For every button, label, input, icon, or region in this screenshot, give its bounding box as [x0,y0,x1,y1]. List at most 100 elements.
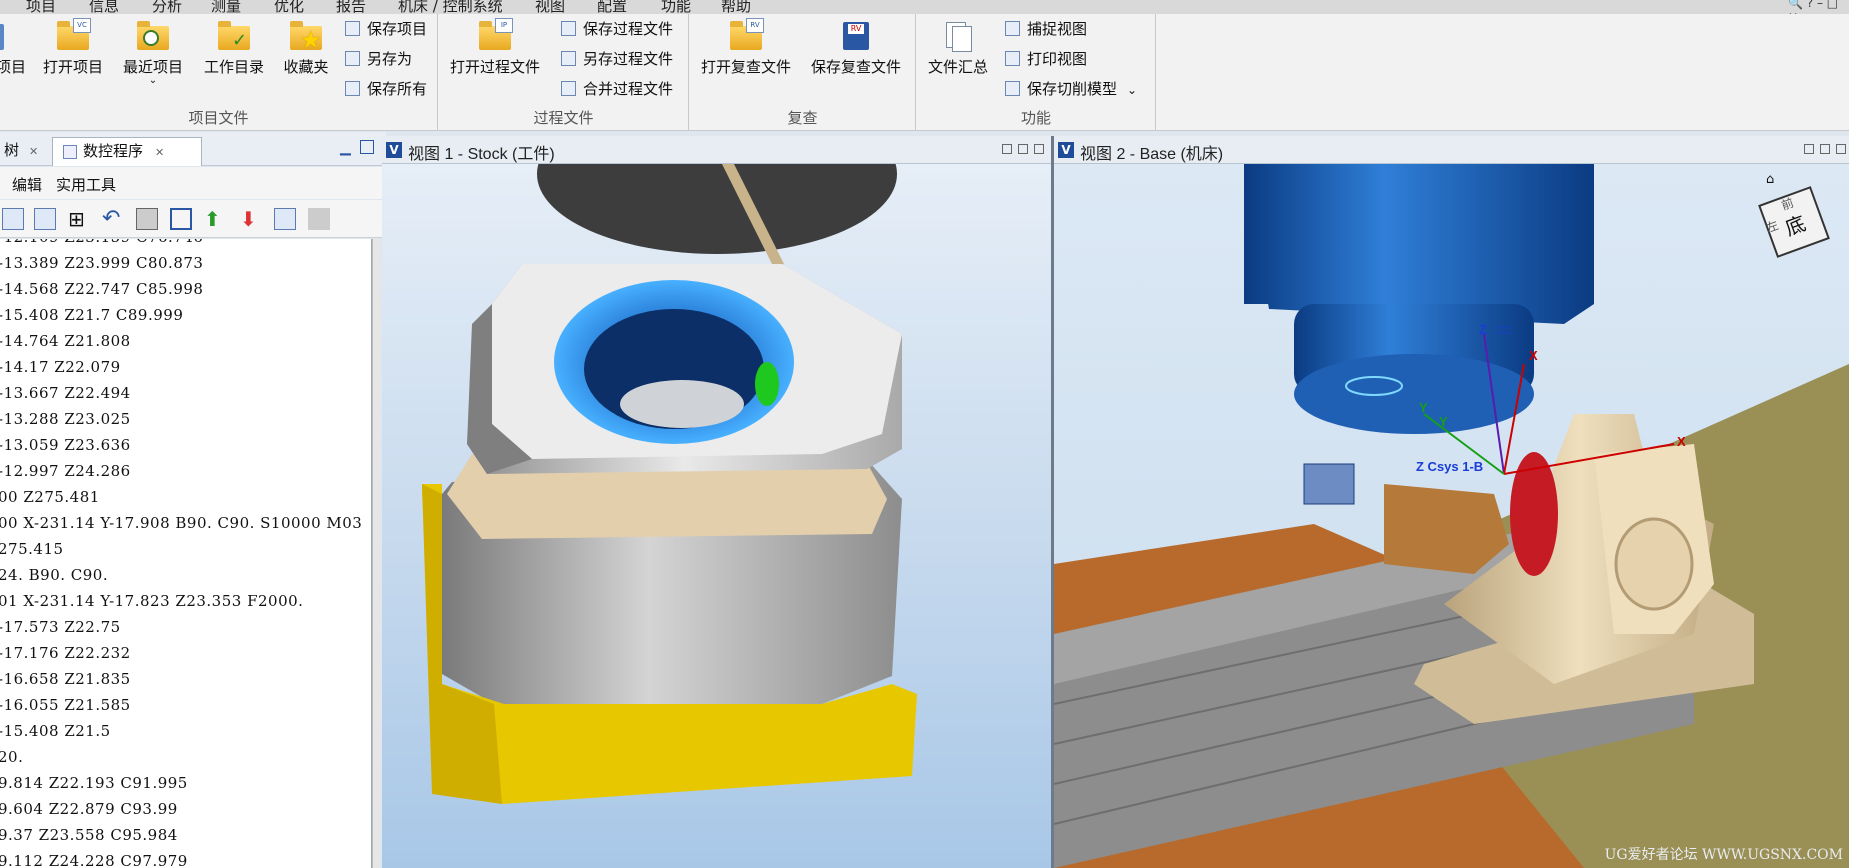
nc-code-line[interactable]: 00 X-231.14 Y-17.908 B90. C90. S10000 M0… [0,514,362,532]
tool-holder [1303,463,1355,505]
open-process-label: 打开过程文件 [449,58,540,76]
capture-view-button[interactable]: 捕捉视图 [1005,18,1087,40]
open-process-button[interactable]: IP 打开过程文件 [447,18,543,77]
minimize-icon[interactable]: ▁ [340,140,351,156]
nc-check-icon[interactable] [34,208,56,230]
merge-process-button[interactable]: 合并过程文件 [561,78,673,100]
nc-code-line[interactable]: 00 Z275.481 [0,488,100,506]
nc-code-line[interactable]: -12.997 Z24.286 [0,462,131,480]
nc-code-line[interactable]: 9.37 Z23.558 C95.984 [0,826,178,844]
view1-header: V 视图 1 - Stock (工件) [382,136,1051,164]
menu-utilities[interactable]: 实用工具 [56,174,116,195]
home-icon[interactable]: ⌂ [1766,172,1774,187]
nc-code-line[interactable]: 24. B90. C90. [0,566,108,584]
menu-edit[interactable]: 编辑 [12,174,42,195]
view1-viewport[interactable] [382,164,1051,868]
maximize-icon[interactable] [360,140,374,154]
split-view-icon[interactable] [170,208,192,230]
nc-file-icon[interactable] [2,208,24,230]
restore-icon[interactable] [1820,144,1830,154]
menu-info[interactable]: 信息 [89,0,119,14]
nc-code-line[interactable]: -13.667 Z22.494 [0,384,131,402]
open-review-button[interactable]: RV 打开复查文件 [698,18,794,77]
maximize-icon[interactable] [1836,144,1846,154]
ribbon-group-project: 项目 VC 打开项目 最近项目 ⌄ ✓ 工作目录 ★ 收藏夹 保存项目 另存为 … [0,14,438,130]
menu-project[interactable]: 项目 [26,0,56,14]
nc-code-line[interactable]: 275.415 [0,540,64,558]
group-label-function: 功能 [1020,109,1051,127]
nc-code-line[interactable]: -16.658 Z21.835 [0,670,131,688]
maximize-icon[interactable] [1034,144,1044,154]
nc-code-line[interactable]: -14.568 Z22.747 C85.998 [0,280,203,298]
nc-code-list[interactable]: -12.109 Z23.159 C76.746 -13.389 Z23.999 C… [0,239,372,868]
rotary-chuck [1510,452,1558,576]
menu-measure[interactable]: 测量 [211,0,241,14]
menu-view[interactable]: 视图 [535,0,565,14]
nc-code-line[interactable]: -13.389 Z23.999 C80.873 [0,254,203,272]
nc-code-line[interactable]: -12.109 Z23.159 C76.746 [0,239,203,246]
menu-help[interactable]: 帮助 [721,0,751,14]
menu-machine-control[interactable]: 机床 / 控制系统 [398,0,503,14]
arrow-down-icon[interactable]: ⬇ [240,208,262,230]
axis-z-suffix: □□ [1496,322,1512,337]
work-directory-button[interactable]: ✓ 工作目录 [199,20,269,77]
nc-code-line[interactable]: 9.814 Z22.193 C91.995 [0,774,188,792]
save-all-button[interactable]: 保存所有 [345,78,427,100]
nc-code-line[interactable]: -15.408 Z21.7 C89.999 [0,306,183,324]
tab-nc-program[interactable]: 数控程序 ✕ [52,137,202,166]
printer-icon[interactable] [136,208,158,230]
menu-config[interactable]: 配置 [597,0,627,14]
minimize-icon[interactable] [1002,144,1012,154]
nc-code-line[interactable]: 20. [0,748,23,766]
merge-icon [561,81,576,96]
minimize-icon[interactable] [1804,144,1814,154]
menu-analysis[interactable]: 分析 [152,0,182,14]
close-icon[interactable]: ✕ [155,146,164,159]
recent-projects-button[interactable]: 最近项目 ⌄ [118,20,188,86]
arrow-up-icon[interactable]: ⬆ [204,208,226,230]
window-controls[interactable]: 🔍 ? – □ ✕ [1788,0,1849,14]
undo-icon[interactable]: ↶ [102,208,124,230]
nc-scrollbar[interactable] [372,239,380,868]
nc-code-line[interactable]: -15.408 Z21.5 [0,722,111,740]
axis-y-label-2: Y [1439,414,1448,429]
save-cut-model-button[interactable]: 保存切削模型 ⌄ [1005,78,1137,100]
new-project-label: 项目 [0,58,26,76]
favorites-button[interactable]: ★ 收藏夹 [278,20,334,77]
tab-tree[interactable]: 树 ✕ [0,137,48,166]
menu-optimize[interactable]: 优化 [274,0,304,14]
nc-code-line[interactable]: -13.059 Z23.636 [0,436,131,454]
machine-model: Z □□ X X Y Y Z Csys 1-B [1054,164,1849,868]
nc-code-line[interactable]: -17.176 Z22.232 [0,644,131,662]
save-as-button[interactable]: 另存为 [345,48,412,70]
print-view-button[interactable]: 打印视图 [1005,48,1087,70]
disabled-tool-icon [308,208,330,230]
save-review-button[interactable]: RV 保存复查文件 [808,20,904,77]
axis-y-label: Y [1419,400,1428,415]
save-project-button[interactable]: 保存项目 [345,18,427,40]
open-project-button[interactable]: VC 打开项目 [38,18,108,77]
file-summary-button[interactable]: 文件汇总 [925,20,991,77]
restore-icon[interactable] [1018,144,1028,154]
nc-code-line[interactable]: -16.055 Z21.585 [0,696,131,714]
folder-star-icon: ★ [290,20,322,54]
nc-code-line[interactable]: -14.764 Z21.808 [0,332,131,350]
view2-viewport[interactable]: Z □□ X X Y Y Z Csys 1-B ⌂ 底 左 前 UG爱好者论坛 … [1054,164,1849,868]
save-process-button[interactable]: 保存过程文件 [561,18,673,40]
binoculars-icon[interactable]: ⊞ [68,208,90,230]
nc-code-line[interactable]: -13.288 Z23.025 [0,410,131,428]
new-project-button[interactable]: 项目 [0,20,26,77]
menu-report[interactable]: 报告 [336,0,366,14]
menu-function[interactable]: 功能 [661,0,691,14]
close-icon[interactable]: ✕ [29,145,38,158]
save-process-as-button[interactable]: 另存过程文件 [561,48,673,70]
nc-export-icon[interactable] [274,208,296,230]
nc-code-line[interactable]: 9.604 Z22.879 C93.99 [0,800,178,818]
watermark: UG爱好者论坛 WWW.UGSNX.COM [1604,847,1843,863]
nc-code-line[interactable]: -17.573 Z22.75 [0,618,121,636]
nc-code-line[interactable]: 9.112 Z24.228 C97.979 [0,852,188,868]
save-all-icon [345,81,360,96]
nc-code-line[interactable]: 01 X-231.14 Y-17.823 Z23.353 F2000. [0,592,303,610]
favorites-label: 收藏夹 [283,58,329,76]
nc-code-line[interactable]: -14.17 Z22.079 [0,358,121,376]
